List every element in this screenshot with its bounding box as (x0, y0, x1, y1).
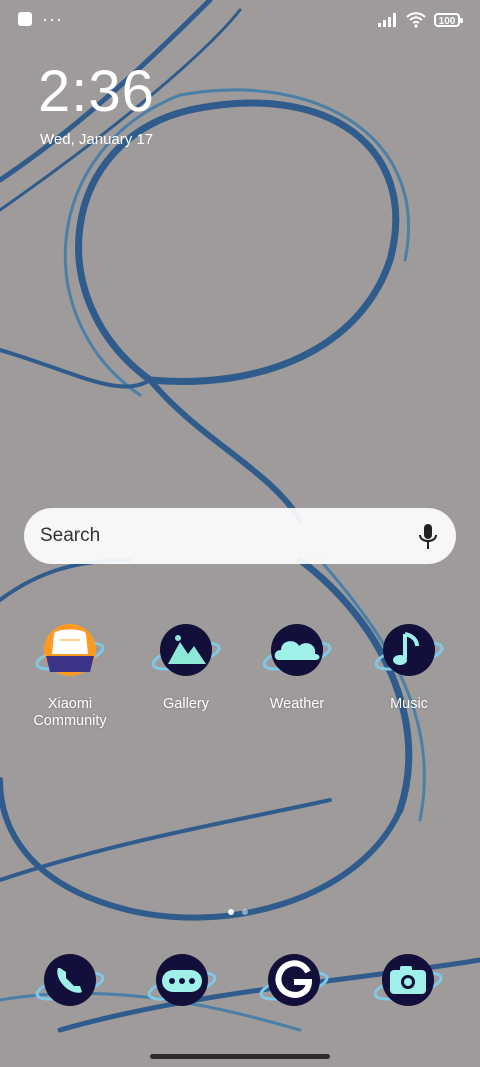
messages-icon (147, 954, 217, 1006)
page-dot[interactable] (242, 909, 248, 915)
search-placeholder: Search (40, 525, 101, 546)
weather-icon (259, 620, 335, 690)
status-left: ··· (18, 9, 63, 29)
dock-google[interactable] (256, 950, 332, 1020)
page-dot-active[interactable] (228, 909, 234, 915)
more-notifications-icon: ··· (42, 9, 63, 29)
status-right: 100 (378, 12, 463, 28)
battery-icon: 100 (434, 13, 463, 27)
wifi-icon (406, 12, 426, 28)
notification-icon (18, 12, 32, 26)
app-weather[interactable]: Weather (242, 620, 352, 713)
status-bar: ··· 100 (0, 0, 480, 42)
app-label: Weather (269, 696, 325, 712)
clock-date[interactable]: Wed, January 17 (40, 131, 153, 148)
dock-messages[interactable] (144, 950, 220, 1020)
app-xiaomi-community[interactable]: Xiaomi Community (15, 620, 125, 730)
camera-icon (373, 954, 443, 1006)
home-gesture-bar[interactable] (150, 1054, 330, 1059)
page-indicator (228, 909, 248, 915)
app-label: Xiaomi Community (33, 696, 107, 729)
app-label: Music (390, 696, 428, 712)
app-gallery[interactable]: Gallery (131, 620, 241, 713)
xiaomi-community-icon (32, 620, 108, 690)
signal-icon (378, 13, 396, 27)
gallery-icon (148, 620, 224, 690)
clock-time[interactable]: 2:36 (38, 58, 155, 125)
music-icon (371, 620, 447, 690)
phone-icon (35, 954, 105, 1006)
app-music[interactable]: Music (354, 620, 464, 713)
search-bar[interactable]: Search (24, 508, 456, 564)
dock-camera[interactable] (370, 950, 446, 1020)
app-label: Gallery (163, 696, 209, 712)
dock-phone[interactable] (32, 950, 108, 1020)
battery-level: 100 (438, 16, 456, 27)
microphone-icon[interactable] (418, 523, 438, 551)
google-icon (259, 954, 329, 1006)
